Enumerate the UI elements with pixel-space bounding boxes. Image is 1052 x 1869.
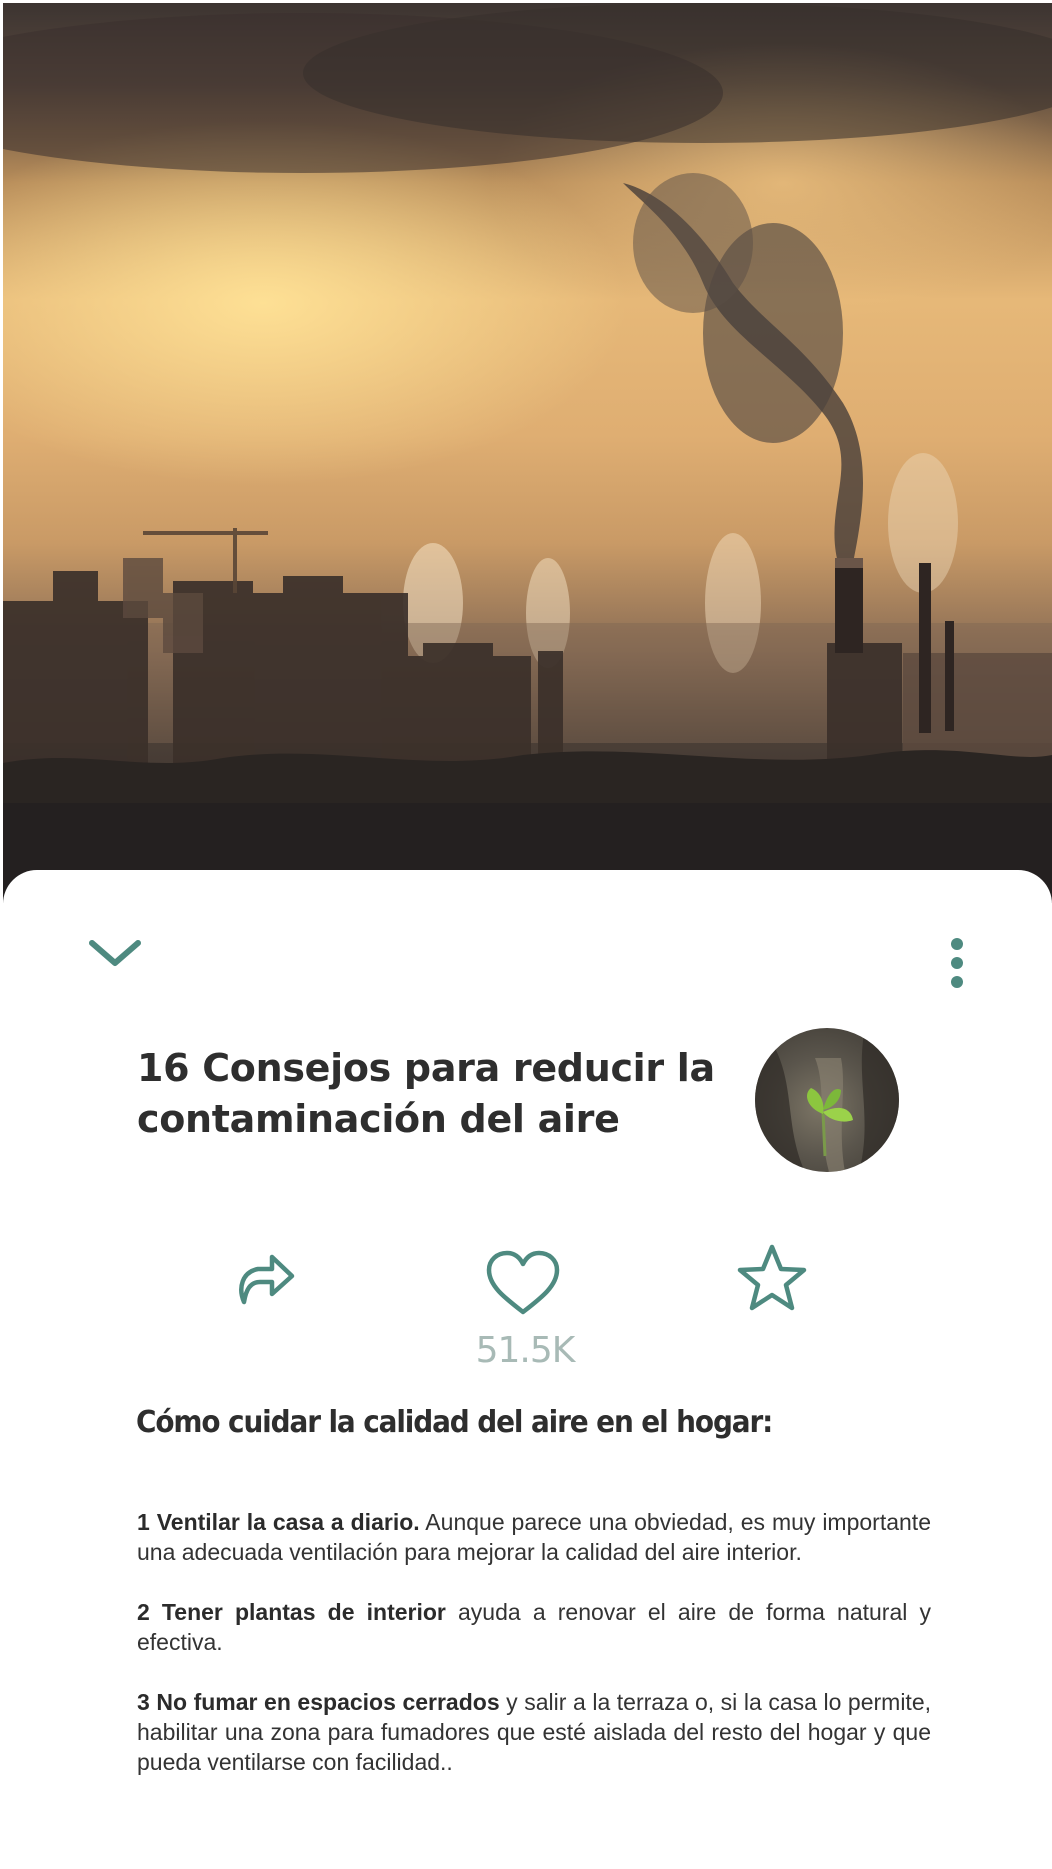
collapse-button[interactable]: [86, 935, 144, 973]
tip-item: 1 Ventilar la casa a diario. Aunque pare…: [137, 1507, 931, 1567]
section-heading: Cómo cuidar la calidad del aire en el ho…: [136, 1405, 773, 1440]
heart-outline-icon: [486, 1250, 560, 1315]
tip-title: 3 No fumar en espacios cerrados: [137, 1689, 500, 1715]
like-button[interactable]: [485, 1250, 561, 1318]
article-detail-screen: 16 Consejos para reducir la contaminació…: [0, 0, 1052, 1869]
tips-list: 1 Ventilar la casa a diario. Aunque pare…: [137, 1507, 931, 1807]
hero-image: [3, 3, 1052, 903]
star-outline-icon: [737, 1244, 807, 1311]
chevron-down-icon: [89, 940, 141, 966]
vertical-dots-icon: [951, 938, 963, 988]
article-title: 16 Consejos para reducir la contaminació…: [137, 1046, 715, 1141]
hero-illustration: [3, 3, 1052, 903]
tip-title: 2 Tener plantas de interior: [137, 1599, 446, 1625]
tip-item: 3 No fumar en espacios cerrados y salir …: [137, 1687, 931, 1777]
tip-item: 2 Tener plantas de interior ayuda a reno…: [137, 1597, 931, 1657]
article-avatar[interactable]: [755, 1028, 899, 1172]
share-arrow-icon: [239, 1254, 295, 1305]
favorite-button[interactable]: [737, 1243, 807, 1313]
tip-title: 1 Ventilar la casa a diario.: [137, 1509, 420, 1535]
sprout-icon: [755, 1028, 899, 1172]
like-count: 51.5K: [475, 1330, 576, 1371]
share-button[interactable]: [234, 1248, 296, 1308]
more-options-button[interactable]: [940, 935, 974, 991]
